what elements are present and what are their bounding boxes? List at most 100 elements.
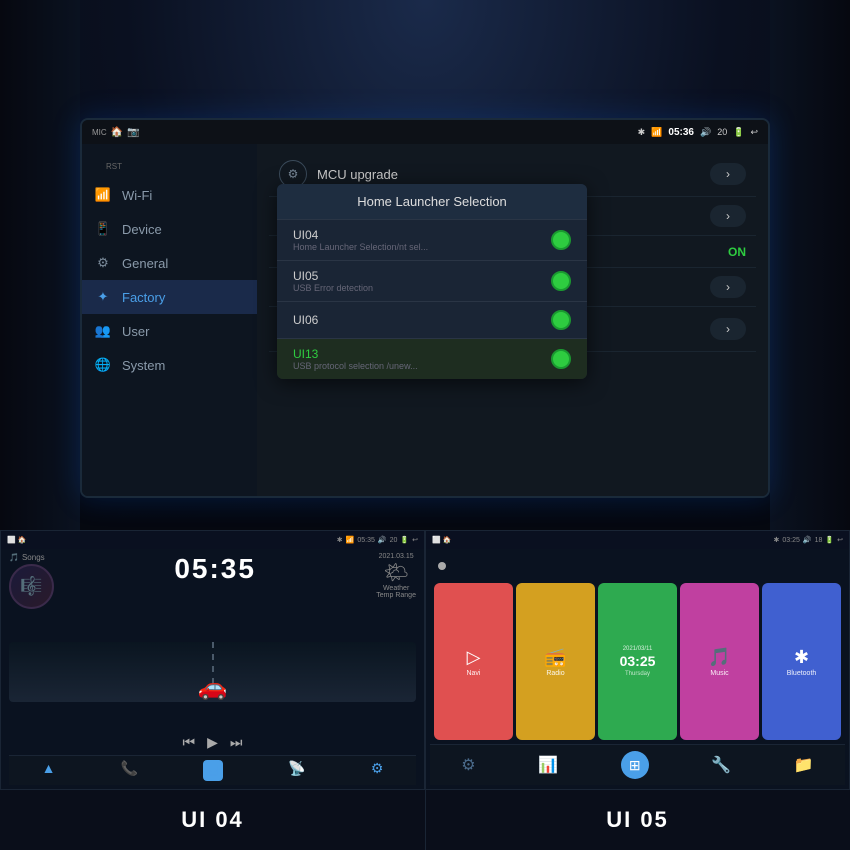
- ui04-toggle[interactable]: [551, 230, 571, 250]
- ui05-sub: USB Error detection: [293, 283, 373, 293]
- ui04-title: UI04: [293, 228, 428, 242]
- ui05-dot: [430, 553, 845, 579]
- app-tile-bluetooth[interactable]: ✱ Bluetooth: [762, 583, 841, 740]
- sidebar-system-label: System: [122, 358, 165, 373]
- volume-icon: 🔊: [700, 127, 711, 138]
- ui04-road: 🚗: [9, 642, 416, 702]
- ui05-apps-grid: ▷ Navi 📻 Radio 2021/03/11 03:25 Thursday…: [430, 579, 845, 744]
- panels-row: ⬜ 🏠 ✱ 📶 05:35 🔊 20 🔋 ↩ 🎵: [0, 530, 850, 790]
- bluetooth-label: Bluetooth: [787, 670, 817, 677]
- ui06-toggle[interactable]: [551, 310, 571, 330]
- app-tile-clock[interactable]: 2021/03/11 03:25 Thursday: [598, 583, 677, 740]
- ui04-top-area: 🎵 Songs 🎼 05:35 2021.03.15 🌤 Weather Tem…: [9, 553, 416, 609]
- sidebar-wifi-label: Wi-Fi: [122, 188, 152, 203]
- nav-phone-icon[interactable]: 📞: [121, 760, 138, 781]
- ui13-title: UI13: [293, 347, 418, 361]
- ui05-bottom-bar: ⚙ 📊 ⊞ 🔧 📁: [430, 744, 845, 785]
- bluetooth-icon: ✱: [638, 127, 646, 138]
- sidebar-item-device[interactable]: 📱 Device: [82, 212, 257, 246]
- sidebar-item-wifi[interactable]: 📶 Wi-Fi: [82, 178, 257, 212]
- ui04-status-left: ⬜ 🏠: [7, 536, 26, 544]
- ui05-gear-icon[interactable]: 🔧: [711, 755, 731, 775]
- sidebar: RST 📶 Wi-Fi 📱 Device ⚙ General ✦ Factory: [82, 144, 257, 496]
- ui05-battery: 18: [815, 537, 823, 544]
- clock-day: Thursday: [625, 671, 650, 677]
- ui05-status-left: ⬜ 🏠: [432, 536, 451, 544]
- ui05-label: UI 05: [425, 790, 850, 850]
- ui05-back-icon[interactable]: ↩: [837, 536, 843, 544]
- sidebar-item-general[interactable]: ⚙ General: [82, 246, 257, 280]
- dropdown-item-ui13[interactable]: UI13 USB protocol selection /unew...: [277, 339, 587, 379]
- mcu-arrow-btn[interactable]: ›: [710, 163, 746, 185]
- device-icon: 📱: [94, 220, 112, 238]
- navi-label: Navi: [466, 670, 480, 677]
- ui04-back-icon[interactable]: ↩: [412, 536, 418, 544]
- nav-apps-icon[interactable]: ⊞: [203, 760, 223, 781]
- car-interior-left: [0, 0, 80, 530]
- ui05-chart-icon[interactable]: 📊: [538, 755, 558, 775]
- music-label: Music: [710, 670, 728, 677]
- clock-date: 2021/03/11: [623, 646, 653, 652]
- ui04-controls: ⏮ ▶ ⏭: [9, 730, 416, 755]
- ui04-battery-icon: 🔋: [400, 536, 409, 544]
- ui04-main-content: 🎵 Songs 🎼 05:35 2021.03.15 🌤 Weather Tem…: [1, 549, 424, 789]
- dropdown-item-ui05[interactable]: UI05 USB Error detection: [277, 261, 587, 302]
- ui04-clock-display: 05:35: [174, 553, 256, 585]
- music-note-icon: 🎵: [9, 553, 19, 562]
- next-btn[interactable]: ⏭: [230, 734, 243, 751]
- sidebar-item-factory[interactable]: ✦ Factory: [82, 280, 257, 314]
- export-arrow-btn[interactable]: ›: [710, 318, 746, 340]
- ui04-label: UI 04: [0, 790, 425, 850]
- ui06-left: UI06: [293, 313, 318, 327]
- ui04-temp-range: Temp Range: [376, 592, 416, 599]
- sidebar-item-system[interactable]: 🌐 System: [82, 348, 257, 382]
- sidebar-item-user[interactable]: 👥 User: [82, 314, 257, 348]
- ui13-toggle[interactable]: [551, 349, 571, 369]
- ui04-nav-bar: ▲ 📞 ⊞ 📡 ⚙: [9, 755, 416, 785]
- ui05-left: UI05 USB Error detection: [293, 269, 373, 293]
- ui05-indicator-dot: [438, 562, 446, 570]
- camera-icon: 📷: [127, 127, 139, 138]
- ui04-weather-label: Weather: [383, 585, 409, 592]
- dropdown-item-ui04[interactable]: UI04 Home Launcher Selection/nt sel...: [277, 220, 587, 261]
- nav-signal-icon[interactable]: 📡: [288, 760, 305, 781]
- ui05-vol-icon: 🔊: [803, 536, 812, 544]
- ui04-car-area: 🚗: [9, 613, 416, 730]
- nav-settings-icon[interactable]: ⚙: [371, 760, 384, 781]
- status-time: 05:36: [668, 127, 694, 138]
- status-left: MIC 🏠 📷: [92, 127, 140, 138]
- bluetooth-tile-icon: ✱: [794, 647, 809, 668]
- ui04-vol-icon: 🔊: [378, 536, 387, 544]
- ui04-left: UI04 Home Launcher Selection/nt sel...: [293, 228, 428, 252]
- row2-arrow-btn[interactable]: ›: [710, 205, 746, 227]
- usb-proto-arrow-btn[interactable]: ›: [710, 276, 746, 298]
- wifi-icon: 📶: [651, 127, 662, 138]
- wifi-sidebar-icon: 📶: [94, 186, 112, 204]
- app-tile-radio[interactable]: 📻 Radio: [516, 583, 595, 740]
- gear-icon: ⚙: [94, 254, 112, 272]
- ui05-settings-icon[interactable]: ⚙: [461, 755, 475, 775]
- battery-level: 20: [717, 127, 727, 137]
- app-tile-navi[interactable]: ▷ Navi: [434, 583, 513, 740]
- prev-btn[interactable]: ⏮: [183, 734, 196, 751]
- ui13-left: UI13 USB protocol selection /unew...: [293, 347, 418, 371]
- ui04-status-right: ✱ 📶 05:35 🔊 20 🔋 ↩: [337, 536, 418, 544]
- dropdown-item-ui06[interactable]: UI06: [277, 302, 587, 339]
- back-icon[interactable]: ↩: [750, 127, 758, 138]
- sidebar-user-label: User: [122, 324, 149, 339]
- ui04-clock-area: 05:35: [174, 553, 256, 585]
- nav-navigate-icon[interactable]: ▲: [42, 760, 56, 781]
- ui05-folder-icon[interactable]: 📁: [794, 755, 814, 775]
- app-tile-music[interactable]: 🎵 Music: [680, 583, 759, 740]
- on-badge: ON: [728, 245, 746, 259]
- ui05-title: UI05: [293, 269, 373, 283]
- wrench-icon: ✦: [94, 288, 112, 306]
- ui05-apps-icon[interactable]: ⊞: [621, 751, 649, 779]
- status-bar: MIC 🏠 📷 ✱ 📶 05:36 🔊 20 🔋 ↩: [82, 120, 768, 144]
- ui06-title: UI06: [293, 313, 318, 327]
- play-btn[interactable]: ▶: [207, 734, 218, 751]
- right-content: ⚙ MCU upgrade › › USB Error detection ON: [257, 144, 768, 496]
- battery-icon: 🔋: [733, 127, 744, 138]
- ui05-toggle[interactable]: [551, 271, 571, 291]
- ui04-status-bar: ⬜ 🏠 ✱ 📶 05:35 🔊 20 🔋 ↩: [1, 531, 424, 549]
